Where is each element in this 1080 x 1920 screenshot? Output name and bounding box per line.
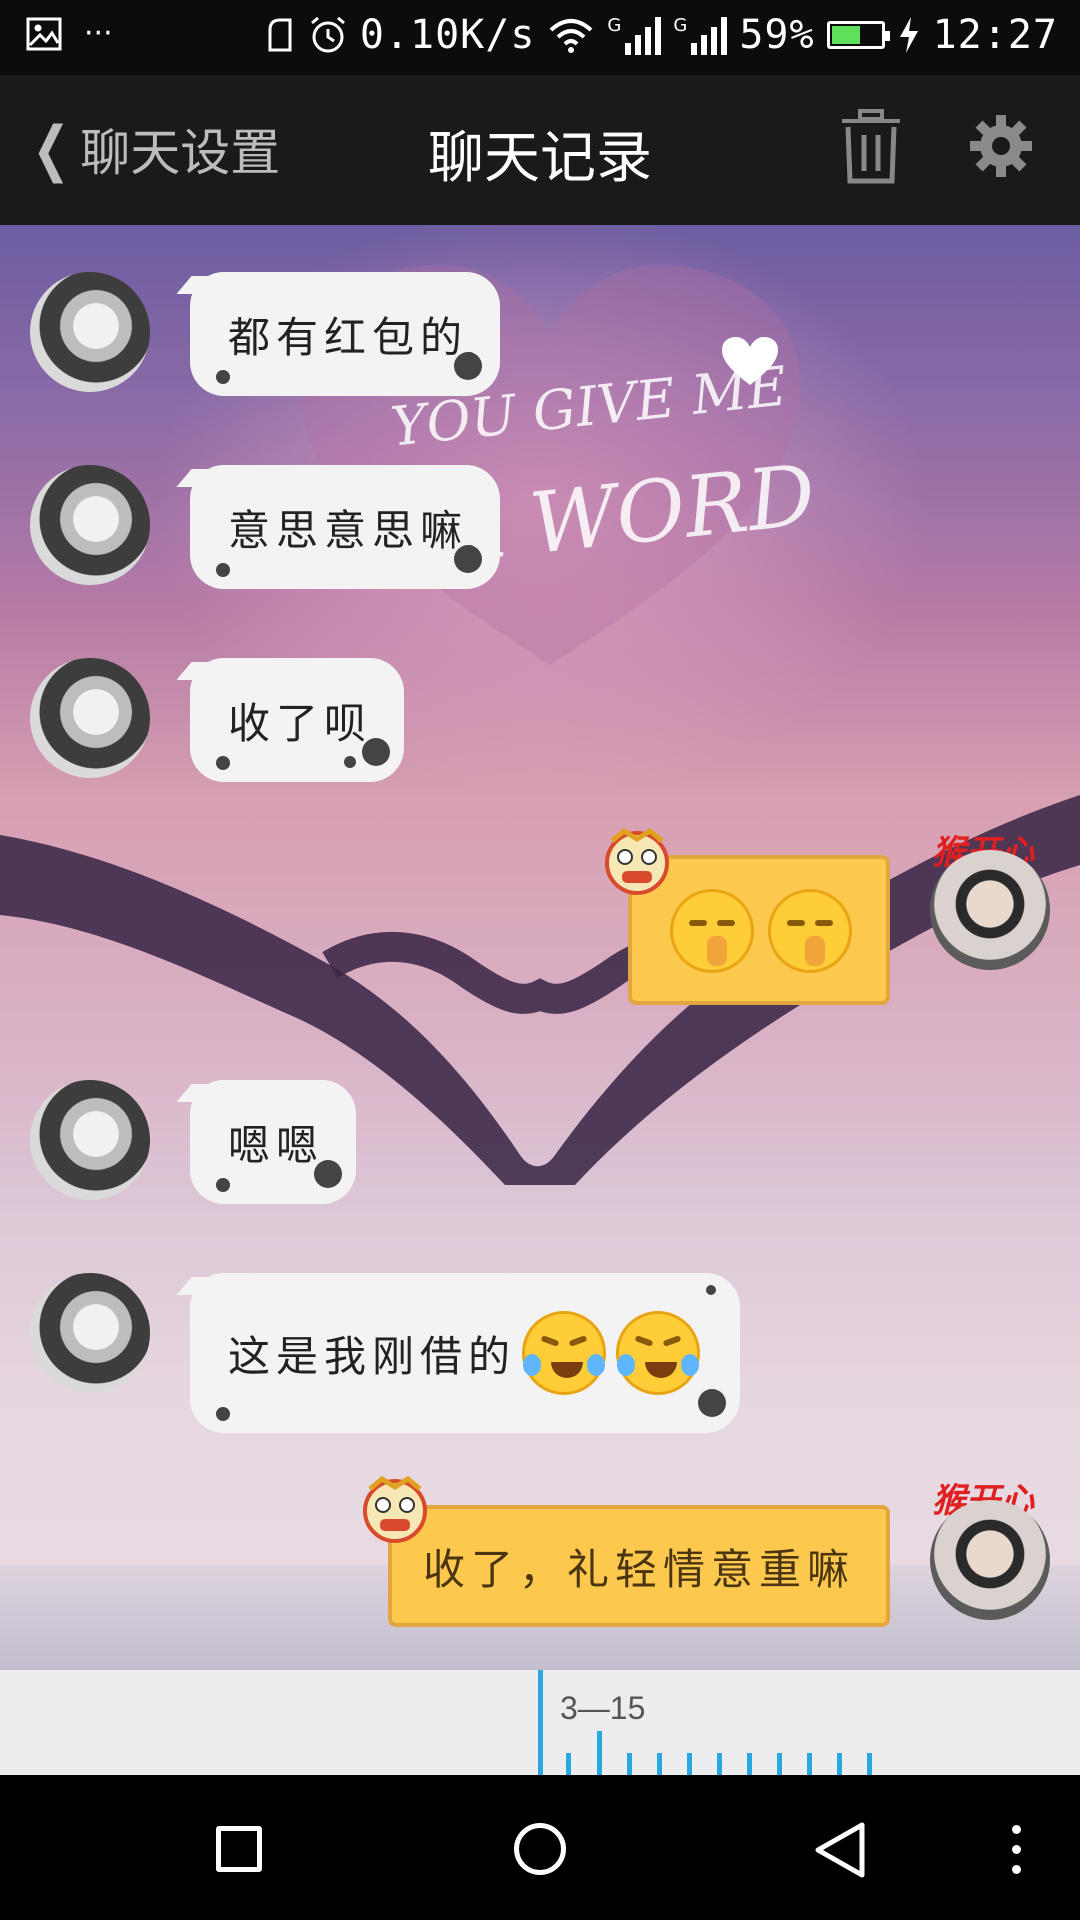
message-text: 嗯嗯 bbox=[228, 1120, 325, 1170]
back-icon[interactable] bbox=[812, 1821, 868, 1879]
title-bar: ❮ 聊天设置 聊天记录 bbox=[0, 75, 1080, 225]
home-icon[interactable] bbox=[514, 1823, 566, 1875]
message-text: 收了呗 bbox=[228, 698, 373, 748]
timeline-tick bbox=[687, 1753, 692, 1775]
charging-icon bbox=[899, 17, 918, 53]
message-bubble[interactable]: 收了呗 bbox=[190, 658, 404, 782]
timeline-tick bbox=[657, 1753, 662, 1775]
signal-icon-sim2: G bbox=[673, 15, 728, 55]
my-message-bubble[interactable]: 收了，礼轻情意重嘛 bbox=[388, 1505, 890, 1627]
message-bubble[interactable]: 嗯嗯 bbox=[190, 1080, 356, 1204]
battery-fill bbox=[831, 26, 860, 44]
my-avatar[interactable] bbox=[930, 1500, 1050, 1620]
timeline-tick bbox=[777, 1753, 782, 1775]
battery-icon bbox=[826, 21, 890, 49]
contact-avatar[interactable] bbox=[30, 658, 150, 778]
sim2-label: G bbox=[673, 15, 688, 36]
date-timeline-scrubber[interactable]: 3—15 bbox=[0, 1670, 1080, 1775]
timeline-tick bbox=[867, 1753, 872, 1775]
contact-avatar[interactable] bbox=[30, 1273, 150, 1393]
contact-avatar[interactable] bbox=[30, 465, 150, 585]
timeline-date-label: 3—15 bbox=[560, 1690, 646, 1726]
message-bubble[interactable]: 意思意思嘛 bbox=[190, 465, 500, 589]
message-bubble[interactable]: 这是我刚借的 bbox=[190, 1273, 740, 1433]
page-title: 聊天记录 bbox=[428, 126, 652, 191]
data-saver-icon bbox=[268, 18, 292, 52]
timeline-tick bbox=[627, 1753, 632, 1775]
message-text: 这是我刚借的 bbox=[228, 1331, 517, 1381]
message-bubble[interactable]: 都有红包的 bbox=[190, 272, 500, 396]
timeline-cursor[interactable] bbox=[538, 1670, 543, 1775]
timeline-tick bbox=[717, 1753, 722, 1775]
wifi-icon bbox=[550, 19, 593, 53]
shy-emoji bbox=[670, 889, 754, 973]
status-bar: ··· 0.10K/s G G 59% 12:27 bbox=[0, 0, 1080, 75]
chat-history[interactable]: YOU GIVE ME R WORD 都有红包的 意思意思嘛 收了呗 猴开心 bbox=[0, 225, 1080, 1670]
signal-icon: G bbox=[607, 15, 662, 55]
gallery-icon bbox=[26, 17, 62, 50]
sim1-label: G bbox=[607, 15, 622, 36]
clock: 12:27 bbox=[932, 12, 1058, 58]
my-avatar[interactable] bbox=[930, 850, 1050, 970]
message-text: 意思意思嘛 bbox=[228, 505, 469, 555]
network-speed: 0.10K/s bbox=[359, 12, 536, 58]
trash-icon[interactable] bbox=[838, 109, 904, 185]
gear-icon[interactable] bbox=[970, 115, 1032, 177]
message-text: 都有红包的 bbox=[228, 312, 469, 362]
system-nav-bar bbox=[0, 1775, 1080, 1920]
message-text: 收了，礼轻情意重嘛 bbox=[422, 1544, 855, 1594]
battery-percent: 59% bbox=[739, 12, 815, 58]
contact-avatar[interactable] bbox=[30, 1080, 150, 1200]
alarm-icon bbox=[310, 16, 345, 53]
recents-icon[interactable] bbox=[216, 1826, 262, 1872]
shy-emoji bbox=[768, 889, 852, 973]
contact-avatar[interactable] bbox=[30, 272, 150, 392]
timeline-tick bbox=[807, 1753, 812, 1775]
more-icon: ··· bbox=[84, 16, 113, 51]
small-heart-icon bbox=[722, 337, 778, 385]
timeline-tick bbox=[747, 1753, 752, 1775]
timeline-tick bbox=[597, 1731, 602, 1775]
hands-heart-image bbox=[0, 795, 1080, 1185]
timeline-tick bbox=[566, 1753, 571, 1775]
tears-of-joy-emoji bbox=[522, 1311, 607, 1395]
lion-dance-icon bbox=[605, 827, 669, 895]
menu-icon[interactable] bbox=[1012, 1825, 1022, 1875]
timeline-tick bbox=[837, 1753, 842, 1775]
lion-dance-icon bbox=[363, 1475, 427, 1543]
tears-of-joy-emoji bbox=[616, 1311, 701, 1395]
